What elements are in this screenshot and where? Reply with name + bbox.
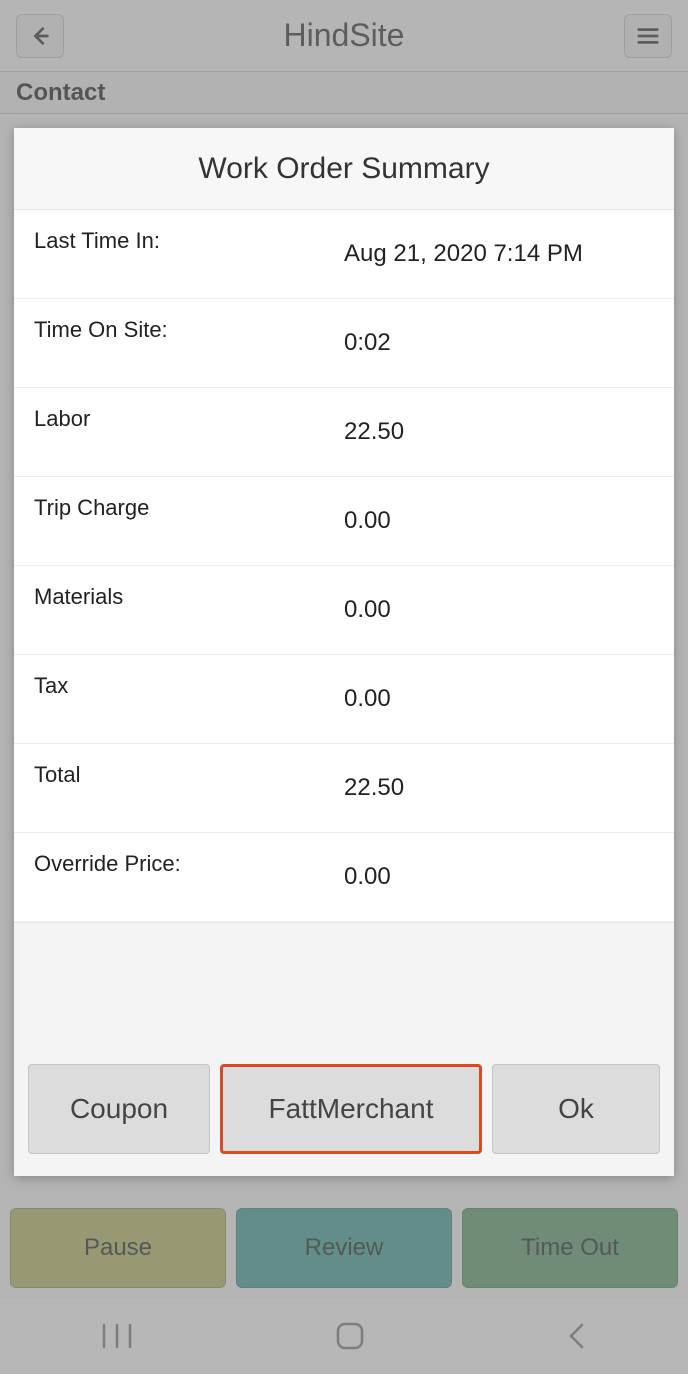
summary-row-value: 0.00 (344, 669, 654, 713)
summary-row-value: Aug 21, 2020 7:14 PM (344, 224, 654, 268)
summary-row-label: Last Time In: (34, 224, 344, 268)
summary-row-label: Materials (34, 580, 344, 624)
summary-row-label: Tax (34, 669, 344, 713)
modal-overlay[interactable]: Work Order Summary Last Time In:Aug 21, … (0, 0, 688, 1374)
summary-row: Labor22.50 (14, 388, 674, 477)
summary-row: Total22.50 (14, 744, 674, 833)
summary-row-value: 22.50 (344, 402, 654, 446)
summary-row-value: 22.50 (344, 758, 654, 802)
modal-footer: Coupon FattMerchant Ok (14, 1050, 674, 1176)
summary-row: Trip Charge0.00 (14, 477, 674, 566)
summary-row: Tax0.00 (14, 655, 674, 744)
modal-header: Work Order Summary (14, 128, 674, 210)
ok-label: Ok (558, 1093, 594, 1125)
summary-row-label: Total (34, 758, 344, 802)
summary-row: Last Time In:Aug 21, 2020 7:14 PM (14, 210, 674, 299)
summary-row-value: 0.00 (344, 580, 654, 624)
coupon-button[interactable]: Coupon (28, 1064, 210, 1154)
summary-row-value: 0:02 (344, 313, 654, 357)
fattmerchant-button[interactable]: FattMerchant (220, 1064, 482, 1154)
modal-spacer (14, 922, 674, 1050)
modal-title: Work Order Summary (198, 152, 489, 186)
ok-button[interactable]: Ok (492, 1064, 660, 1154)
modal-body: Last Time In:Aug 21, 2020 7:14 PMTime On… (14, 210, 674, 922)
summary-row-label: Trip Charge (34, 491, 344, 535)
summary-row-label: Override Price: (34, 847, 344, 891)
summary-row: Time On Site:0:02 (14, 299, 674, 388)
summary-row-label: Time On Site: (34, 313, 344, 357)
summary-row-value: 0.00 (344, 491, 654, 535)
fattmerchant-label: FattMerchant (269, 1093, 434, 1125)
work-order-summary-modal: Work Order Summary Last Time In:Aug 21, … (14, 128, 674, 1176)
summary-row: Override Price:0.00 (14, 833, 674, 922)
coupon-label: Coupon (70, 1093, 168, 1125)
summary-row-value: 0.00 (344, 847, 654, 891)
summary-row-label: Labor (34, 402, 344, 446)
summary-row: Materials0.00 (14, 566, 674, 655)
